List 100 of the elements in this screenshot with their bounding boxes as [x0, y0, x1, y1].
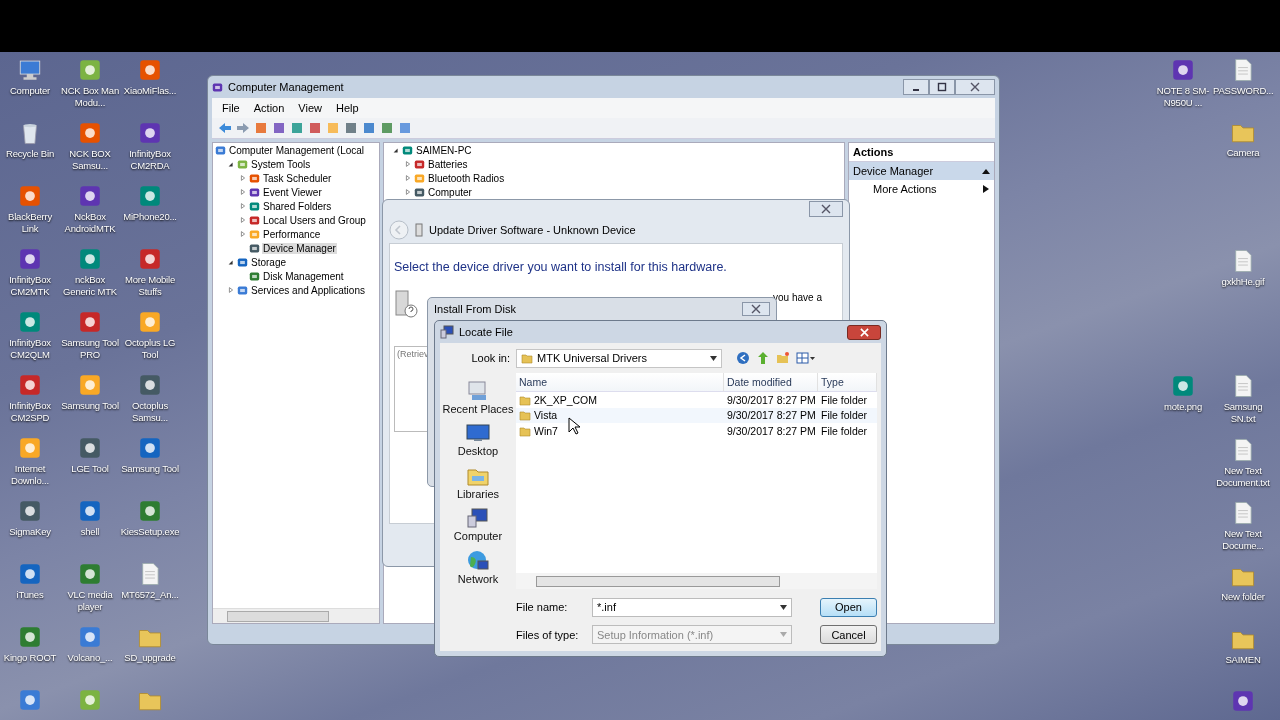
toolbar-icon[interactable] — [308, 121, 322, 135]
app-icon[interactable] — [137, 120, 163, 146]
desktop-icon-label[interactable]: Recycle Bin — [6, 148, 54, 160]
app-icon[interactable] — [17, 183, 43, 209]
desktop-icon-label[interactable]: Computer — [9, 85, 51, 97]
maximize-button[interactable] — [929, 79, 955, 95]
collapsed-arrow-icon[interactable] — [239, 174, 247, 182]
desktop-icon-label[interactable]: Samsung Tool — [121, 463, 179, 475]
scrollbar[interactable] — [516, 573, 877, 589]
desktop-icon-label[interactable]: nckBox Generic MTK — [61, 274, 119, 298]
desktop-icon-label[interactable]: KiesSetup.exe — [120, 526, 180, 538]
tree-item[interactable]: Batteries — [427, 158, 469, 170]
tree-item[interactable]: Performance — [262, 228, 322, 240]
place-label[interactable]: Network — [457, 572, 499, 585]
tree-item[interactable]: Computer — [427, 186, 473, 198]
collapsed-arrow-icon[interactable] — [227, 286, 235, 294]
desktop-icon-label[interactable]: MiPhone20... — [123, 211, 177, 223]
app-icon[interactable] — [17, 498, 43, 524]
tree-item[interactable]: Disk Management — [262, 270, 345, 282]
desktop-icon-label[interactable]: More Mobile Stuffs — [121, 274, 179, 298]
tree-item[interactable]: Shared Folders — [262, 200, 333, 212]
collapsed-arrow-icon[interactable] — [239, 230, 247, 238]
tree-item[interactable]: Storage — [250, 256, 288, 268]
app-icon[interactable] — [77, 309, 103, 335]
column-header[interactable]: Date modified — [724, 373, 818, 392]
app-icon[interactable] — [17, 561, 43, 587]
app-icon[interactable] — [137, 57, 163, 83]
toolbar-icon[interactable] — [272, 121, 286, 135]
scrollbar[interactable] — [213, 608, 379, 623]
file-name-cell[interactable]: Win7 — [516, 423, 724, 439]
desktop-icon-label[interactable]: NckBox AndroidMTK — [61, 211, 119, 235]
toolbar-icon[interactable] — [398, 121, 412, 135]
app-icon[interactable] — [77, 246, 103, 272]
place-label[interactable]: Computer — [453, 530, 503, 543]
app-icon[interactable] — [1170, 57, 1196, 83]
desktop-icon-label[interactable]: Samsung Tool — [61, 400, 119, 412]
open-button[interactable]: Open — [820, 597, 877, 617]
close-button[interactable] — [955, 79, 995, 95]
desktop-icon-label[interactable]: Octoplus LG Tool — [121, 337, 179, 361]
tree-item[interactable]: Computer Management (Local — [228, 144, 366, 156]
desktop-icon-label[interactable]: InfinityBox CM2RDA — [121, 148, 179, 172]
desktop-icon-label[interactable]: Camera — [1226, 147, 1260, 159]
app-icon[interactable] — [1170, 373, 1196, 399]
app-icon[interactable] — [77, 687, 103, 713]
column-header[interactable]: Type — [818, 373, 877, 392]
collapsed-arrow-icon[interactable] — [239, 188, 247, 196]
caret-icon[interactable] — [710, 355, 717, 361]
desktop-icon-label[interactable]: Kingo ROOT — [3, 652, 57, 664]
menu-item[interactable]: Help — [329, 102, 365, 114]
app-icon[interactable] — [77, 183, 103, 209]
tree-item[interactable]: Task Scheduler — [262, 172, 333, 184]
desktop-icon-label[interactable]: MT6572_An... — [121, 589, 179, 601]
file-name-field[interactable]: *.inf — [592, 597, 792, 617]
toolbar-icon[interactable] — [380, 121, 394, 135]
place-label[interactable]: Libraries — [456, 487, 500, 500]
collapsed-arrow-icon[interactable] — [239, 202, 247, 210]
app-icon[interactable] — [1230, 688, 1256, 714]
toolbar-icon[interactable] — [344, 121, 358, 135]
close-icon[interactable] — [821, 204, 831, 214]
desktop-icon-label[interactable]: New Text Docume... — [1214, 528, 1272, 552]
tree-item[interactable]: System Tools — [250, 158, 312, 170]
desktop-icon-label[interactable]: NCK BOX Samsu... — [61, 148, 119, 172]
tree-item[interactable]: Local Users and Group — [262, 214, 367, 226]
tree-item[interactable]: Event Viewer — [262, 186, 323, 198]
desktop-icon-label[interactable]: Volcano_... — [67, 652, 113, 664]
minimize-button[interactable] — [903, 79, 929, 95]
toolbar-icon[interactable] — [254, 121, 268, 135]
caret-icon[interactable] — [780, 604, 787, 610]
app-icon[interactable] — [77, 120, 103, 146]
tree-item[interactable]: Bluetooth Radios — [427, 172, 506, 184]
desktop-icon-label[interactable]: shell — [80, 526, 100, 538]
app-icon[interactable] — [17, 246, 43, 272]
tree-item[interactable]: Services and Applications — [250, 284, 366, 296]
expanded-arrow-icon[interactable] — [392, 146, 400, 154]
desktop-icon-label[interactable]: LGE Tool — [71, 463, 109, 475]
collapsed-arrow-icon[interactable] — [404, 188, 412, 196]
desktop-icon-label[interactable]: mote.png — [1164, 401, 1202, 413]
app-icon[interactable] — [77, 561, 103, 587]
desktop-icon-label[interactable]: New Text Document.txt — [1214, 465, 1272, 489]
expanded-arrow-icon[interactable] — [227, 258, 235, 266]
menu-item[interactable]: File — [216, 102, 246, 114]
back-arrow-icon[interactable] — [218, 121, 232, 135]
place-label[interactable]: Recent Places — [442, 403, 514, 415]
desktop-icon-label[interactable]: NCK Box Man Modu... — [61, 85, 119, 109]
app-icon[interactable] — [137, 183, 163, 209]
desktop-icon-label[interactable]: InfinityBox CM2SPD — [1, 400, 59, 424]
toolbar-icon[interactable] — [362, 121, 376, 135]
cancel-button[interactable]: Cancel — [820, 625, 877, 645]
file-name-cell[interactable]: Vista — [516, 407, 724, 423]
app-icon[interactable] — [17, 687, 43, 713]
desktop-icon-label[interactable]: XiaoMiFlas... — [123, 85, 177, 97]
desktop-icon-label[interactable]: NOTE 8 SM-N950U ... — [1154, 85, 1212, 109]
desktop-icon-label[interactable]: Samsung SN.txt — [1214, 401, 1272, 425]
app-icon[interactable] — [137, 246, 163, 272]
desktop-icon-label[interactable]: gxkhHe.gif — [1221, 276, 1265, 288]
collapsed-arrow-icon[interactable] — [404, 174, 412, 182]
menu-item[interactable]: View — [292, 102, 328, 114]
app-icon[interactable] — [137, 498, 163, 524]
collapsed-arrow-icon[interactable] — [404, 160, 412, 168]
actions-section[interactable]: Device Manager — [849, 162, 994, 180]
